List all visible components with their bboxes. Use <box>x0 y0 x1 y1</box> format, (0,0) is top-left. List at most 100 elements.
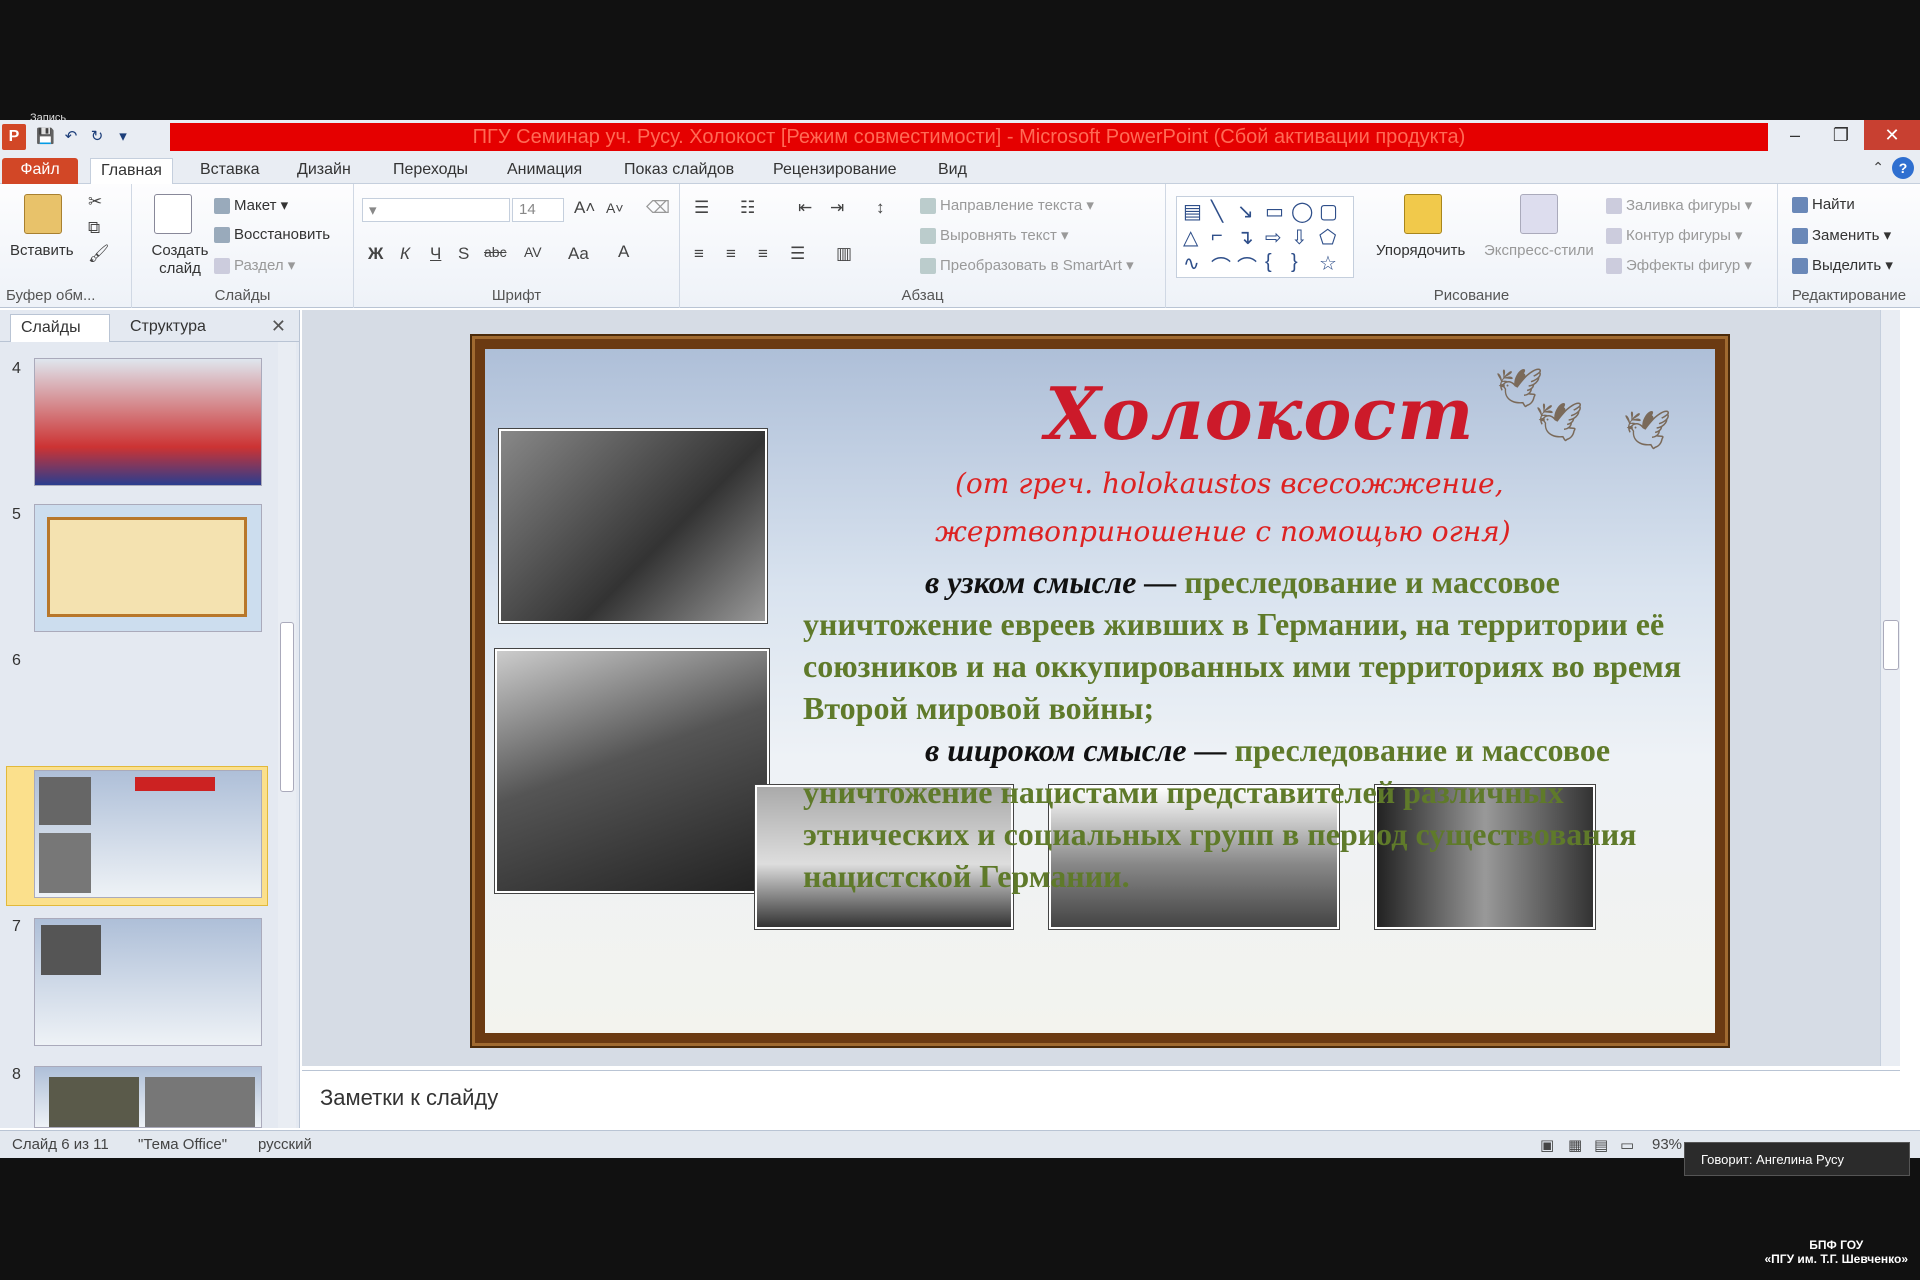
slide-thumbnail[interactable] <box>34 918 262 1046</box>
char-spacing-button[interactable]: AV <box>524 244 542 260</box>
copy-icon[interactable]: ⧉ <box>88 218 100 238</box>
tab-review[interactable]: Рецензирование <box>763 158 907 184</box>
change-case-button[interactable]: Aa <box>568 244 589 264</box>
maximize-button[interactable]: ❐ <box>1818 120 1864 150</box>
find-button[interactable]: Найти <box>1792 196 1855 214</box>
slide-thumbnail-active[interactable] <box>34 770 262 898</box>
help-icon[interactable]: ? <box>1892 157 1914 179</box>
triangle-shape-icon[interactable]: △ <box>1183 225 1198 250</box>
arrange-button[interactable]: Упорядочить <box>1376 242 1465 259</box>
cut-icon[interactable]: ✂ <box>88 192 102 212</box>
columns-icon[interactable]: ▥ <box>836 244 852 264</box>
elbow-arrow-icon[interactable]: ↴ <box>1237 225 1254 250</box>
slideshow-icon[interactable]: ▭ <box>1620 1136 1634 1154</box>
paste-button[interactable]: Вставить <box>10 242 74 259</box>
replace-button[interactable]: Заменить ▾ <box>1792 226 1891 245</box>
slide-sorter-icon[interactable]: ▦ <box>1568 1136 1582 1154</box>
slide-editor[interactable]: Холокост (от греч. holokaustos всесожжен… <box>302 310 1900 1066</box>
numbering-icon[interactable]: ☷ <box>740 198 755 218</box>
language[interactable]: русский <box>258 1136 312 1153</box>
line-spacing-icon[interactable]: ↕ <box>876 198 885 218</box>
font-color-button[interactable]: A <box>618 242 629 262</box>
tab-insert[interactable]: Вставка <box>190 158 269 184</box>
panel-close-icon[interactable]: ✕ <box>271 316 286 337</box>
slide-subtitle-line2[interactable]: жертвоприношение с помощью огня) <box>935 515 1511 548</box>
editor-scrollbar[interactable] <box>1880 310 1900 1066</box>
new-slide-button[interactable]: Создать слайд <box>146 242 214 278</box>
powerpoint-logo-icon[interactable]: P <box>2 124 26 150</box>
paste-icon[interactable] <box>24 194 62 234</box>
slide-thumbnail[interactable] <box>34 1066 262 1128</box>
tab-outline[interactable]: Структура <box>120 314 216 342</box>
theme-name[interactable]: "Тема Office" <box>138 1136 227 1153</box>
select-button[interactable]: Выделить ▾ <box>1792 256 1893 275</box>
smartart-button[interactable]: Преобразовать в SmartArt ▾ <box>920 256 1134 275</box>
shapes-gallery[interactable]: ▤ ╲ ↘ ▭ ◯ ▢ △ ⌐ ↴ ⇨ ⇩ ⬠ ∿ ⌒ ⌒ { } ☆ <box>1176 196 1354 280</box>
text-direction-button[interactable]: Направление текста ▾ <box>920 196 1094 215</box>
reading-view-icon[interactable]: ▤ <box>1594 1136 1608 1154</box>
align-text-button[interactable]: Выровнять текст ▾ <box>920 226 1069 245</box>
slide-thumbnail[interactable] <box>34 358 262 486</box>
slide-subtitle-line1[interactable]: (от греч. holokaustos всесожжение, <box>955 467 1504 500</box>
bullets-icon[interactable]: ☰ <box>694 198 709 218</box>
slide-title[interactable]: Холокост <box>1045 371 1474 456</box>
quick-styles-button[interactable]: Экспресс-стили <box>1484 242 1594 259</box>
align-left-icon[interactable]: ≡ <box>694 244 704 264</box>
arrow-line-shape-icon[interactable]: ↘ <box>1237 199 1254 224</box>
tab-slideshow[interactable]: Показ слайдов <box>614 158 744 184</box>
layout-button[interactable]: Макет ▾ <box>214 196 288 215</box>
notes-pane[interactable]: Заметки к слайду <box>302 1070 1900 1128</box>
minimize-button[interactable]: – <box>1772 120 1818 150</box>
rounded-rect-shape-icon[interactable]: ▢ <box>1319 199 1338 224</box>
shadow-button[interactable]: S <box>458 244 469 264</box>
pentagon-shape-icon[interactable]: ⬠ <box>1319 225 1336 250</box>
grow-font-icon[interactable]: A˄ <box>574 198 595 218</box>
quick-styles-icon[interactable] <box>1520 194 1558 234</box>
section-button[interactable]: Раздел ▾ <box>214 256 295 275</box>
right-brace-icon[interactable]: } <box>1291 251 1298 274</box>
decrease-indent-icon[interactable]: ⇤ <box>798 198 812 218</box>
reset-button[interactable]: Восстановить <box>214 226 330 244</box>
shape-fill-button[interactable]: Заливка фигуры ▾ <box>1606 196 1752 215</box>
shape-effects-button[interactable]: Эффекты фигур ▾ <box>1606 256 1752 275</box>
increase-indent-icon[interactable]: ⇥ <box>830 198 844 218</box>
line-shape-icon[interactable]: ╲ <box>1211 199 1223 224</box>
normal-view-icon[interactable]: ▣ <box>1540 1136 1554 1154</box>
curve-shape-icon[interactable]: ⌒ <box>1211 251 1231 280</box>
undo-icon[interactable]: ↶ <box>62 128 80 146</box>
italic-button[interactable]: К <box>400 244 410 264</box>
down-arrow-shape-icon[interactable]: ⇩ <box>1291 225 1308 250</box>
tab-home[interactable]: Главная <box>90 158 173 184</box>
font-size-box[interactable]: 14 <box>512 198 564 222</box>
close-button[interactable]: ✕ <box>1864 120 1920 150</box>
freeform-shape-icon[interactable]: ∿ <box>1183 251 1200 276</box>
arc-shape-icon[interactable]: ⌒ <box>1237 251 1257 280</box>
format-painter-icon[interactable]: 🖌 <box>88 244 110 264</box>
new-slide-icon[interactable] <box>154 194 192 234</box>
rectangle-shape-icon[interactable]: ▭ <box>1265 199 1284 224</box>
redo-icon[interactable]: ↻ <box>88 128 106 146</box>
zoom-level[interactable]: 93% <box>1652 1136 1682 1153</box>
customize-qat-icon[interactable]: ▾ <box>114 128 132 146</box>
align-center-icon[interactable]: ≡ <box>726 244 736 264</box>
right-arrow-shape-icon[interactable]: ⇨ <box>1265 225 1282 250</box>
minimize-ribbon-icon[interactable]: ⌃ <box>1872 159 1884 176</box>
elbow-connector-icon[interactable]: ⌐ <box>1211 225 1223 248</box>
oval-shape-icon[interactable]: ◯ <box>1291 199 1313 224</box>
panel-scrollbar[interactable] <box>278 342 296 1128</box>
panel-scroll-thumb[interactable] <box>280 622 294 792</box>
slide-body-text[interactable]: в узком смысле — преследование и массово… <box>803 561 1683 897</box>
shrink-font-icon[interactable]: A˅ <box>606 200 624 216</box>
tab-design[interactable]: Дизайн <box>287 158 361 184</box>
bold-button[interactable]: Ж <box>368 244 383 264</box>
tab-transitions[interactable]: Переходы <box>383 158 478 184</box>
notes-placeholder[interactable]: Заметки к слайду <box>320 1085 498 1111</box>
underline-button[interactable]: Ч <box>430 244 441 264</box>
slide-thumbnail[interactable] <box>34 504 262 632</box>
star-shape-icon[interactable]: ☆ <box>1319 251 1337 276</box>
save-icon[interactable]: 💾 <box>36 128 55 146</box>
tab-view[interactable]: Вид <box>928 158 977 184</box>
editor-scroll-thumb[interactable] <box>1883 620 1899 670</box>
textbox-shape-icon[interactable]: ▤ <box>1183 199 1202 224</box>
tab-slides[interactable]: Слайды <box>10 314 110 342</box>
